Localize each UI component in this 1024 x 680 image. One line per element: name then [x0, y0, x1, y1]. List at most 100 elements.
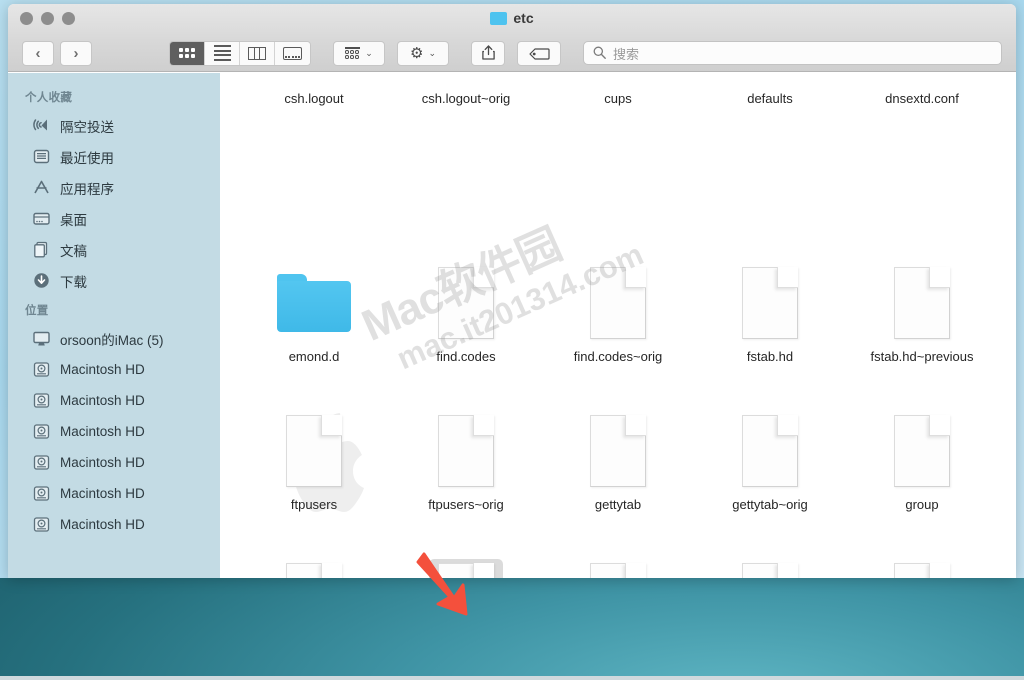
file-item[interactable]: defaults — [694, 73, 846, 111]
sidebar-item-macintosh-hd-3[interactable]: Macintosh HD — [8, 416, 220, 447]
gallery-view-button[interactable] — [275, 41, 310, 65]
sidebar-item-macintosh-hd-6[interactable]: Macintosh HD — [8, 509, 220, 540]
zoom-button[interactable] — [62, 12, 75, 25]
file-item[interactable]: fstab.hd~previous — [846, 221, 998, 369]
column-view-button[interactable] — [240, 41, 275, 65]
icon-view-button[interactable] — [170, 41, 205, 65]
sidebar-item-macintosh-hd-4[interactable]: Macintosh HD — [8, 447, 220, 478]
file-item[interactable]: find.codes~orig — [542, 221, 694, 369]
file-item[interactable]: emond.d — [238, 221, 390, 369]
file-item[interactable]: cups — [542, 73, 694, 111]
share-button[interactable] — [471, 40, 505, 66]
sidebar-item-label: 隔空投送 — [60, 119, 114, 135]
forward-button[interactable]: › — [60, 40, 92, 66]
harddisk-icon — [31, 453, 51, 473]
file-grid-area[interactable]: Mac软件园 mac.it201314.com csh.logout csh.l… — [220, 73, 1016, 578]
back-button[interactable]: ‹ — [22, 40, 54, 66]
sidebar-item-macintosh-hd-1[interactable]: Macintosh HD — [8, 354, 220, 385]
desktop-bottom-edge — [0, 676, 1024, 680]
close-button[interactable] — [20, 12, 33, 25]
sidebar-item-downloads[interactable]: 下载 — [8, 265, 220, 296]
file-icon-wrap — [581, 263, 655, 343]
document-icon — [742, 267, 798, 339]
window-titlebar: etc ‹ › ⌄ ⚙ ⌄ 搜索 — [8, 4, 1016, 72]
action-menu-button[interactable]: ⚙ ⌄ — [397, 40, 449, 66]
document-icon — [438, 563, 494, 578]
sidebar-item-label: Macintosh HD — [60, 424, 145, 439]
sidebar-item-label: orsoon的iMac (5) — [60, 332, 164, 348]
file-item-hosts[interactable]: hosts — [390, 517, 542, 578]
documents-icon — [31, 240, 51, 260]
file-item[interactable]: gettytab~orig — [694, 369, 846, 517]
list-view-button[interactable] — [205, 41, 240, 65]
sidebar-item-label: Macintosh HD — [60, 362, 145, 377]
document-icon — [894, 267, 950, 339]
desktop-icon — [31, 209, 51, 229]
harddisk-icon — [31, 515, 51, 535]
sidebar-item-recents[interactable]: 最近使用 — [8, 141, 220, 172]
window-title: etc — [8, 10, 1016, 26]
file-item[interactable]: csh.logout — [238, 73, 390, 111]
sidebar[interactable]: 个人收藏 隔空投送 最近使用 应用程序 桌面 文稿 下载 位置 orsoon的i… — [8, 73, 220, 578]
file-label: cups — [604, 91, 632, 106]
downloads-icon — [31, 271, 51, 291]
file-item[interactable]: csh.logout~orig — [390, 73, 542, 111]
file-icon-wrap — [733, 263, 807, 343]
screen: etc ‹ › ⌄ ⚙ ⌄ 搜索 个人收藏 隔空投送 最近使用 应用程序 桌面 … — [0, 0, 1024, 680]
sidebar-item-macintosh-hd-5[interactable]: Macintosh HD — [8, 478, 220, 509]
file-label: gettytab~orig — [732, 497, 808, 512]
harddisk-icon — [31, 391, 51, 411]
sidebar-item-macintosh-hd-2[interactable]: Macintosh HD — [8, 385, 220, 416]
document-icon — [590, 415, 646, 487]
sidebar-item-applications[interactable]: 应用程序 — [8, 172, 220, 203]
applications-icon — [31, 178, 51, 198]
file-label: fstab.hd — [746, 349, 794, 364]
file-item[interactable]: ftpusers~orig — [390, 369, 542, 517]
file-icon-wrap — [885, 263, 959, 343]
tags-button[interactable] — [517, 40, 561, 66]
folder-icon — [490, 11, 508, 25]
file-item[interactable]: hosts~orig — [694, 517, 846, 578]
document-icon — [590, 563, 646, 578]
desktop-wallpaper — [0, 578, 1024, 680]
sidebar-item-documents[interactable]: 文稿 — [8, 234, 220, 265]
chevron-right-icon: › — [73, 44, 79, 62]
sidebar-item-label: Macintosh HD — [60, 393, 145, 408]
harddisk-icon — [31, 484, 51, 504]
file-label: find.codes~orig — [573, 349, 663, 364]
arrange-icon — [345, 47, 361, 59]
file-item[interactable]: find.codes — [390, 221, 542, 369]
file-item[interactable]: group~previous — [238, 517, 390, 578]
sidebar-item-desktop[interactable]: 桌面 — [8, 203, 220, 234]
file-label: ftpusers~orig — [428, 497, 504, 512]
minimize-button[interactable] — [41, 12, 54, 25]
file-label: gettytab — [594, 497, 642, 512]
file-icon-wrap — [885, 559, 959, 578]
search-placeholder: 搜索 — [613, 46, 640, 62]
file-label: ftpusers — [290, 497, 338, 512]
grid-icon — [179, 48, 195, 58]
file-item[interactable]: fstab.hd — [694, 221, 846, 369]
tag-icon — [529, 47, 550, 60]
file-item[interactable]: dnsextd.conf — [846, 73, 998, 111]
file-item[interactable]: group — [846, 369, 998, 517]
search-field[interactable]: 搜索 — [583, 41, 1002, 65]
sidebar-item-label: Macintosh HD — [60, 455, 145, 470]
coverflow-icon — [283, 46, 302, 60]
document-icon — [286, 415, 342, 487]
arrange-button[interactable]: ⌄ — [333, 40, 385, 66]
file-icon-wrap — [429, 263, 503, 343]
sidebar-item-airdrop[interactable]: 隔空投送 — [8, 110, 220, 141]
file-icon-wrap-selected — [429, 559, 503, 578]
file-item[interactable]: irbrc — [846, 517, 998, 578]
file-label: csh.logout~orig — [421, 91, 511, 106]
file-item[interactable]: gettytab — [542, 369, 694, 517]
file-label: emond.d — [288, 349, 340, 364]
file-icon-wrap — [581, 559, 655, 578]
file-item[interactable]: hosts.equiv — [542, 517, 694, 578]
sidebar-item-imac[interactable]: orsoon的iMac (5) — [8, 323, 220, 354]
file-icon-wrap — [733, 559, 807, 578]
file-item[interactable]: ftpusers — [238, 369, 390, 517]
file-label: group — [905, 497, 939, 512]
document-icon — [590, 267, 646, 339]
